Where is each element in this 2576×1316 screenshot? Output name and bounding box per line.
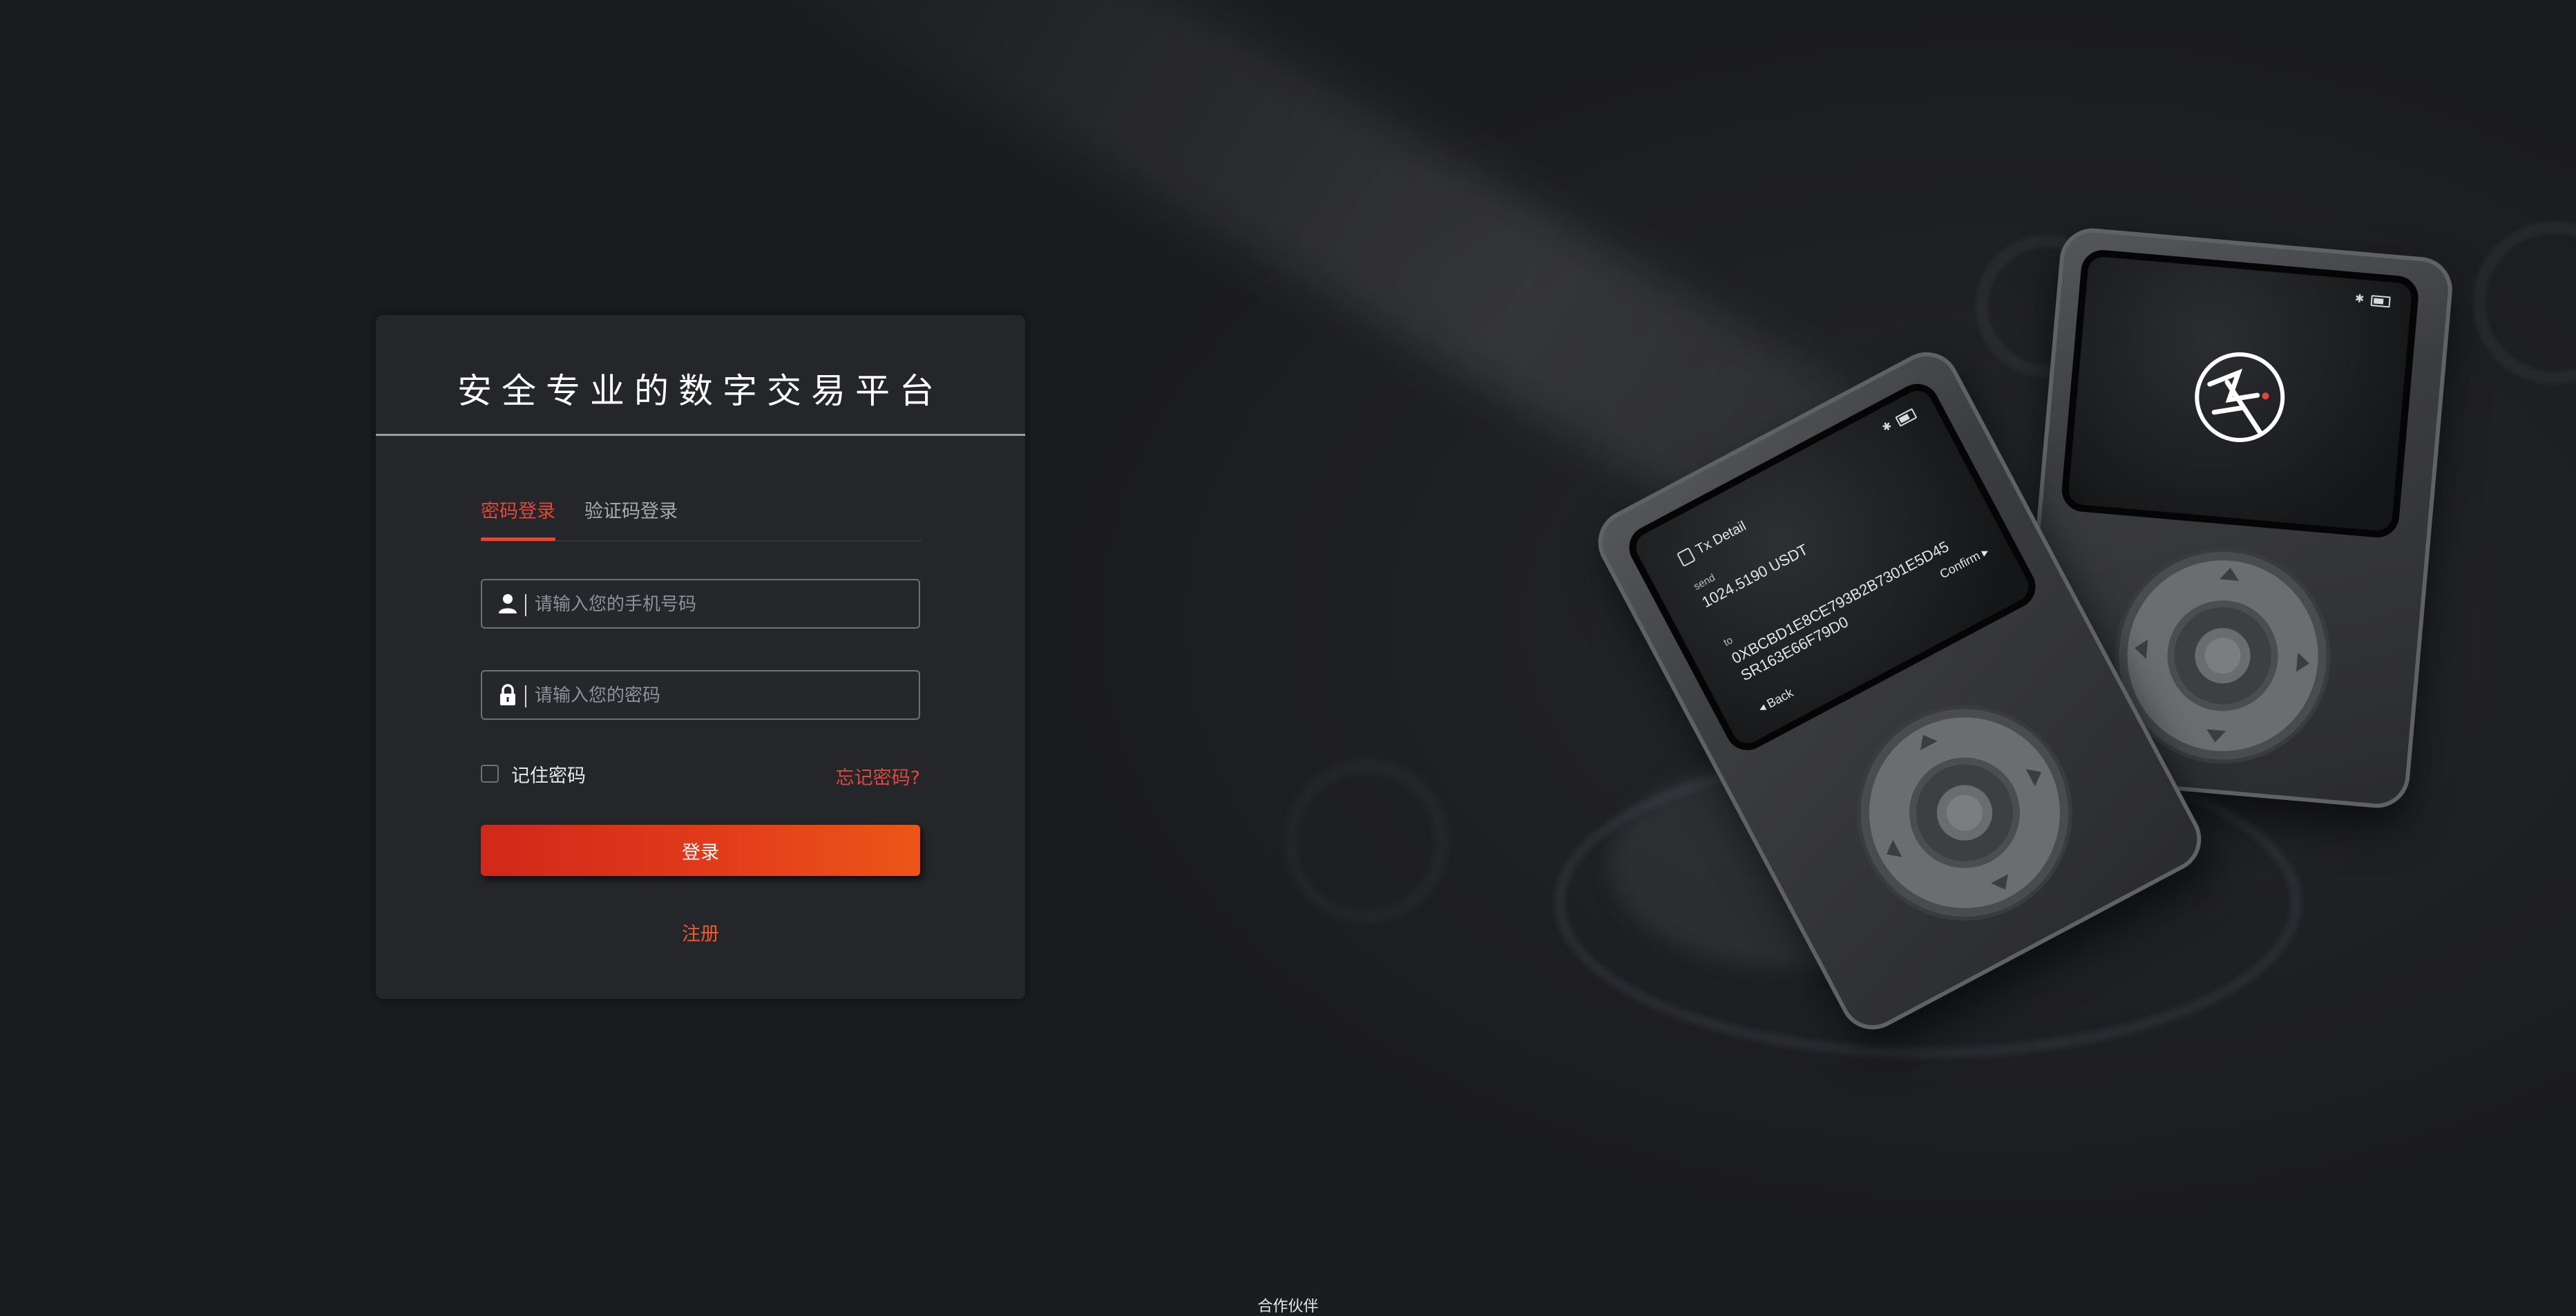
back-label: ◂ Back — [1755, 685, 1796, 716]
login-tabs: 密码登录 验证码登录 — [481, 495, 922, 542]
field-separator — [525, 685, 526, 707]
login-title: 安全专业的数字交易平台 — [457, 371, 944, 411]
bluetooth-icon: ✱ — [1880, 418, 1894, 435]
tab-code-login[interactable]: 验证码登录 — [584, 495, 678, 539]
remember-checkbox[interactable] — [481, 765, 499, 783]
status-bar: ✱ — [1880, 406, 1918, 435]
register-link[interactable]: 注册 — [376, 919, 1025, 946]
document-icon — [1676, 546, 1696, 567]
ring-decoration — [2473, 221, 2576, 384]
user-icon — [499, 594, 517, 613]
phone-input[interactable] — [533, 580, 909, 629]
dpad-down-icon — [2205, 729, 2226, 743]
dpad-right-icon — [2025, 763, 2046, 787]
navigation-dpad — [1824, 672, 2105, 953]
device-screen: ✱ — [2060, 248, 2421, 540]
login-button[interactable]: 登录 — [481, 825, 920, 876]
dpad-left-icon — [1882, 839, 1902, 864]
status-bar: ✱ — [2354, 292, 2391, 307]
page-background: 安全专业的数字交易平台 密码登录 验证码登录 记住密码 — [0, 0, 2576, 1316]
field-separator — [525, 594, 526, 616]
battery-icon — [2370, 294, 2391, 307]
dpad-up-icon — [2220, 566, 2240, 581]
dpad-up-icon — [1914, 729, 1938, 751]
lock-icon — [500, 684, 515, 705]
remember-label: 记住密码 — [511, 765, 586, 787]
ring-decoration — [1285, 760, 1448, 923]
partners-footer[interactable]: 合作伙伴 — [0, 1294, 2576, 1316]
bluetooth-icon: ✱ — [2354, 291, 2365, 306]
address-line-1: 0XBCBD1E8CE793B2B7301E5D45 — [1728, 537, 1952, 667]
tab-password-login[interactable]: 密码登录 — [481, 495, 555, 541]
battery-icon — [1894, 408, 1918, 427]
caret-right-icon: ▸ — [1978, 544, 1992, 560]
dpad-left-icon — [2133, 638, 2148, 659]
title-divider — [376, 434, 1025, 436]
brand-logo-icon — [2195, 352, 2285, 442]
password-field — [481, 670, 920, 720]
to-label: to — [1721, 634, 1735, 649]
tx-title: Tx Detail — [1676, 518, 1748, 567]
password-input[interactable] — [533, 671, 909, 720]
forgot-password-link[interactable]: 忘记密码? — [836, 763, 920, 790]
login-card: 安全专业的数字交易平台 密码登录 验证码登录 记住密码 — [376, 315, 1025, 999]
remember-password[interactable]: 记住密码 — [481, 760, 586, 788]
send-amount: 1024.5190 USDT — [1699, 540, 1811, 611]
dpad-down-icon — [1991, 874, 2014, 895]
phone-field — [481, 579, 920, 629]
dpad-right-icon — [2296, 652, 2311, 674]
